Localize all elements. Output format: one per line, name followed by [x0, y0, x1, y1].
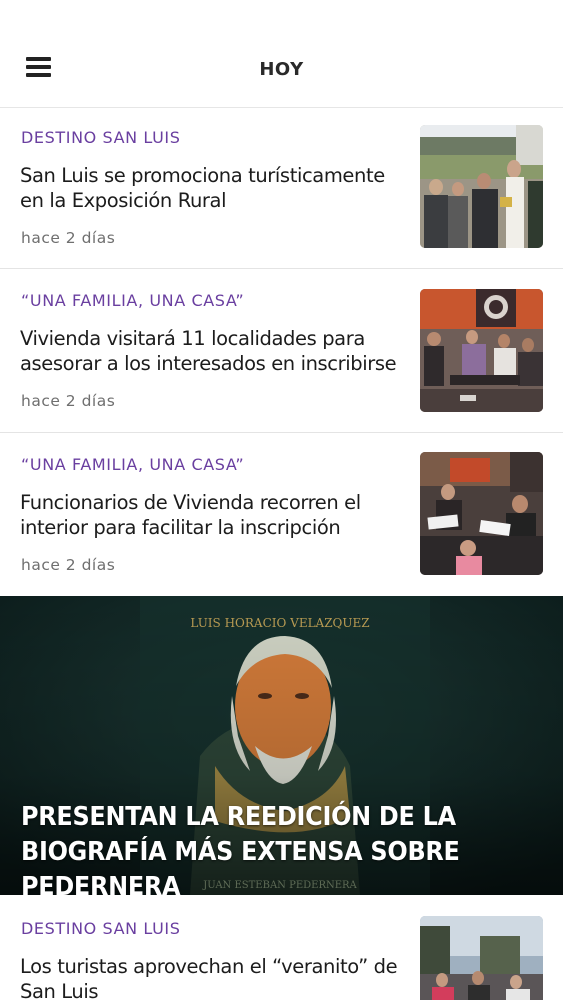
book-author-text: LUIS HORACIO VELAZQUEZ — [190, 616, 369, 630]
article-headline[interactable]: Vivienda visitará 11 localidades para as… — [20, 326, 405, 376]
article-card[interactable]: “UNA FAMILIA, UNA CASA” Funcionarios de … — [0, 433, 563, 596]
article-card[interactable]: DESTINO SAN LUIS San Luis se promociona … — [0, 108, 563, 269]
article-category[interactable]: DESTINO SAN LUIS — [21, 919, 180, 938]
article-timestamp: hace 2 días — [21, 229, 116, 247]
article-category[interactable]: DESTINO SAN LUIS — [21, 128, 180, 147]
top-app-bar: HOY — [0, 0, 563, 108]
article-headline[interactable]: Los turistas aprovechan el “veranito” de… — [20, 954, 405, 1000]
article-thumbnail[interactable] — [420, 452, 543, 575]
article-card[interactable]: “UNA FAMILIA, UNA CASA” Vivienda visitar… — [0, 269, 563, 433]
article-headline[interactable]: San Luis se promociona turísticamente en… — [20, 163, 405, 213]
article-category[interactable]: “UNA FAMILIA, UNA CASA” — [21, 455, 244, 474]
article-thumbnail[interactable] — [420, 125, 543, 248]
page-title: HOY — [259, 59, 304, 80]
article-timestamp: hace 2 días — [21, 556, 116, 574]
article-thumbnail[interactable] — [420, 289, 543, 412]
article-timestamp: hace 2 días — [21, 392, 116, 410]
featured-article-headline[interactable]: PRESENTAN LA REEDICIÓN DE LA BIOGRAFÍA M… — [21, 800, 509, 905]
article-thumbnail[interactable] — [420, 916, 543, 1000]
article-category[interactable]: “UNA FAMILIA, UNA CASA” — [21, 291, 244, 310]
article-card[interactable]: DESTINO SAN LUIS Los turistas aprovechan… — [0, 895, 563, 1000]
article-headline[interactable]: Funcionarios de Vivienda recorren el int… — [20, 490, 405, 540]
